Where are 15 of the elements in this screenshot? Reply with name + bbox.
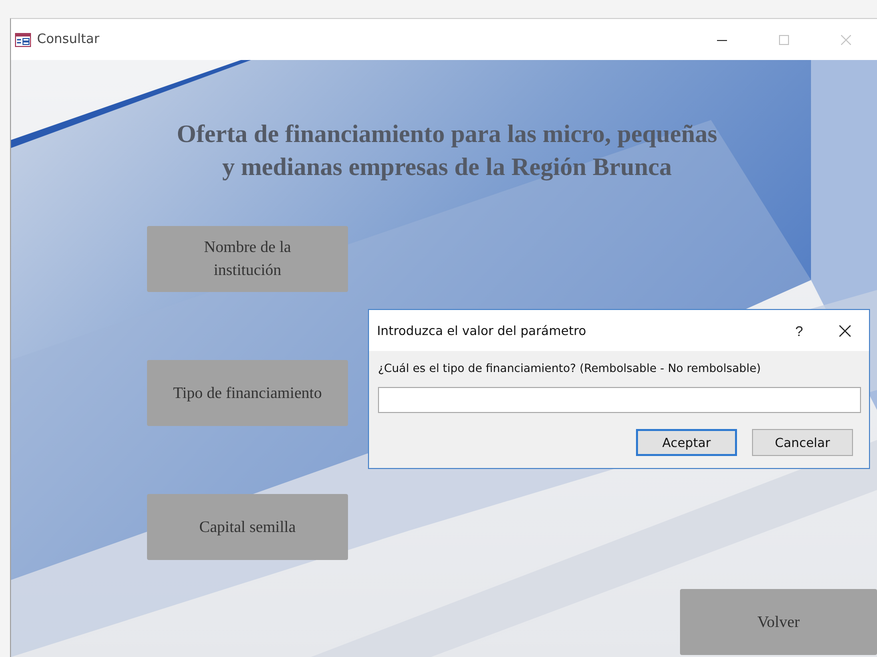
form-button[interactable]: Tipo de financiamiento	[147, 360, 348, 426]
prompt-text: ¿Cuál es el tipo de financiamiento? (Rembolsable - No rembolsable)	[378, 362, 762, 375]
ok-button[interactable]: Aceptar	[636, 429, 737, 456]
close-button[interactable]	[837, 322, 853, 338]
form-heading: Oferta de financiamiento para las micro, pequeñas y medianas empresas de la Región Brunca	[176, 120, 718, 183]
cancel-button[interactable]: Cancelar	[752, 429, 853, 456]
form-button[interactable]: Nombre de la institución	[147, 226, 348, 292]
form-icon	[15, 32, 31, 46]
help-button[interactable]: ?	[791, 322, 807, 338]
dialog-title: Introduzca el valor del parámetro	[377, 323, 586, 338]
window-title: Consultar	[37, 32, 100, 47]
close-icon	[839, 324, 851, 336]
back-button[interactable]: Volver	[680, 589, 877, 655]
input-field[interactable]	[378, 387, 861, 413]
form-button[interactable]: Capital semilla	[147, 494, 348, 560]
